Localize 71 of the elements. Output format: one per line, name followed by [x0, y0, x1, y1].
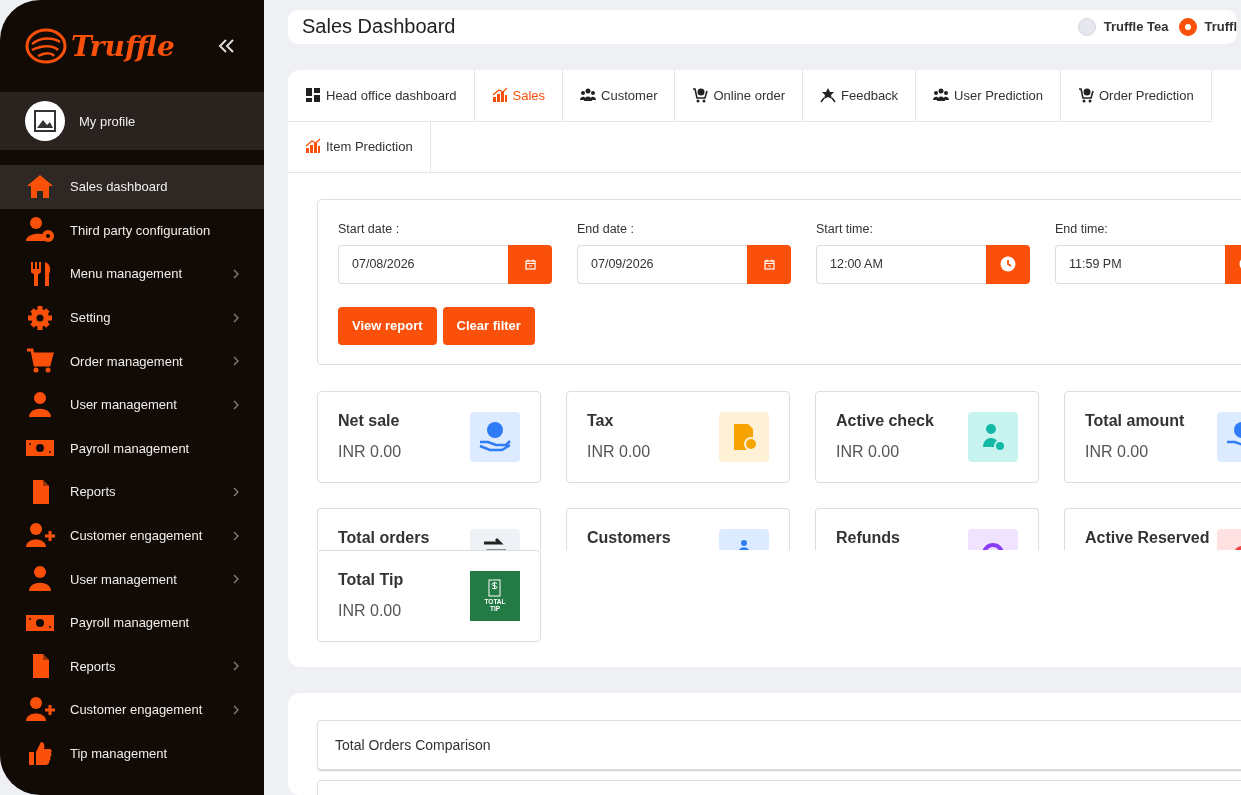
- tab[interactable]: Online order: [675, 69, 803, 122]
- sidebar-item[interactable]: Reports: [0, 644, 264, 689]
- sidebar-item[interactable]: Setting: [0, 295, 264, 340]
- stat-title: Refunds: [836, 528, 900, 547]
- image-icon: [34, 110, 56, 132]
- field-label: End time:: [1055, 221, 1109, 236]
- logo-icon: [24, 26, 68, 66]
- tab-icon: [580, 87, 597, 104]
- logo-text: Truffle: [71, 29, 175, 63]
- tab-icon: [305, 87, 321, 104]
- sidebar-item[interactable]: Tip management: [0, 731, 264, 776]
- tab-icon: [491, 87, 508, 104]
- sidebar-item[interactable]: User management: [0, 382, 264, 427]
- stat-title: Tax: [587, 411, 615, 430]
- calendar-icon: [763, 258, 775, 270]
- clock-button[interactable]: [986, 244, 1030, 284]
- sidebar-item[interactable]: Third party configuration: [0, 208, 264, 253]
- comparison-header[interactable]: Total Orders Comparison: [317, 719, 1241, 770]
- profile-item[interactable]: My profile: [0, 92, 264, 150]
- sidebar-item[interactable]: Payroll management: [0, 426, 264, 471]
- field-label: Start time:: [816, 221, 874, 236]
- stat-value: INR 0.00: [587, 442, 651, 461]
- input-field[interactable]: 12:00 AM: [816, 244, 986, 284]
- sidebar-item[interactable]: Order management: [0, 339, 264, 383]
- stat-title: Net sale: [338, 411, 401, 430]
- sidebar-item[interactable]: User management: [0, 557, 264, 601]
- tab[interactable]: Order Prediction: [1061, 69, 1212, 122]
- tab[interactable]: Customer: [563, 69, 676, 122]
- tab-icon: [820, 87, 836, 104]
- stat-icon: [470, 411, 520, 462]
- stat-value: INR 0.00: [1085, 442, 1150, 461]
- receipt-icon: [487, 579, 503, 598]
- tab-icon: [692, 87, 709, 104]
- tab-icon: [305, 138, 321, 155]
- input-field[interactable]: 07/09/2026: [577, 244, 747, 284]
- sidebar-item[interactable]: Customer engagement: [0, 688, 264, 732]
- sidebar-item[interactable]: Customer engagement: [0, 513, 264, 558]
- tab-icon: [933, 87, 950, 104]
- clock-icon: [1000, 256, 1016, 273]
- tab[interactable]: Item Prediction: [288, 120, 431, 173]
- calendar-button[interactable]: [747, 244, 791, 284]
- sidebar-item[interactable]: Sales dashboard: [0, 165, 264, 209]
- tab[interactable]: Head office dashboard: [288, 69, 475, 122]
- tab[interactable]: Feedback: [803, 69, 917, 122]
- page-title: Sales Dashboard: [302, 15, 457, 39]
- profile-label: My profile: [79, 113, 136, 129]
- sidebar-item[interactable]: Payroll management: [0, 600, 264, 645]
- stat-value: INR 0.00: [338, 601, 403, 620]
- field-label: End date :: [577, 221, 635, 236]
- tab-icon: [1078, 87, 1094, 104]
- tab[interactable]: User Prediction: [916, 69, 1061, 122]
- stat-value: INR 0.00: [338, 442, 402, 461]
- input-field[interactable]: 11:59 PM: [1055, 244, 1225, 284]
- store-radio[interactable]: Truffle Tea: [1077, 17, 1169, 36]
- stat-title: Active check: [836, 411, 934, 430]
- sidebar-item[interactable]: Reports: [0, 470, 264, 514]
- stat-title: Total Tip: [338, 570, 404, 589]
- calendar-button[interactable]: [508, 244, 552, 284]
- calendar-icon: [524, 258, 536, 270]
- input-field[interactable]: 07/08/2026: [338, 244, 508, 284]
- field-label: Start date :: [338, 221, 401, 236]
- stat-title: Total orders: [338, 528, 430, 547]
- collapse-icon[interactable]: [218, 39, 234, 53]
- store-radio[interactable]: Truffl: [1178, 17, 1237, 36]
- stat-icon: [719, 411, 769, 462]
- sidebar-item[interactable]: Menu management: [0, 252, 264, 296]
- stat-title: Total amount: [1085, 411, 1185, 430]
- stat-value: INR 0.00: [836, 442, 901, 461]
- stat-title: Active Reserved: [1085, 528, 1210, 547]
- stat-title: Customers: [587, 528, 671, 547]
- stat-icon: [968, 411, 1018, 462]
